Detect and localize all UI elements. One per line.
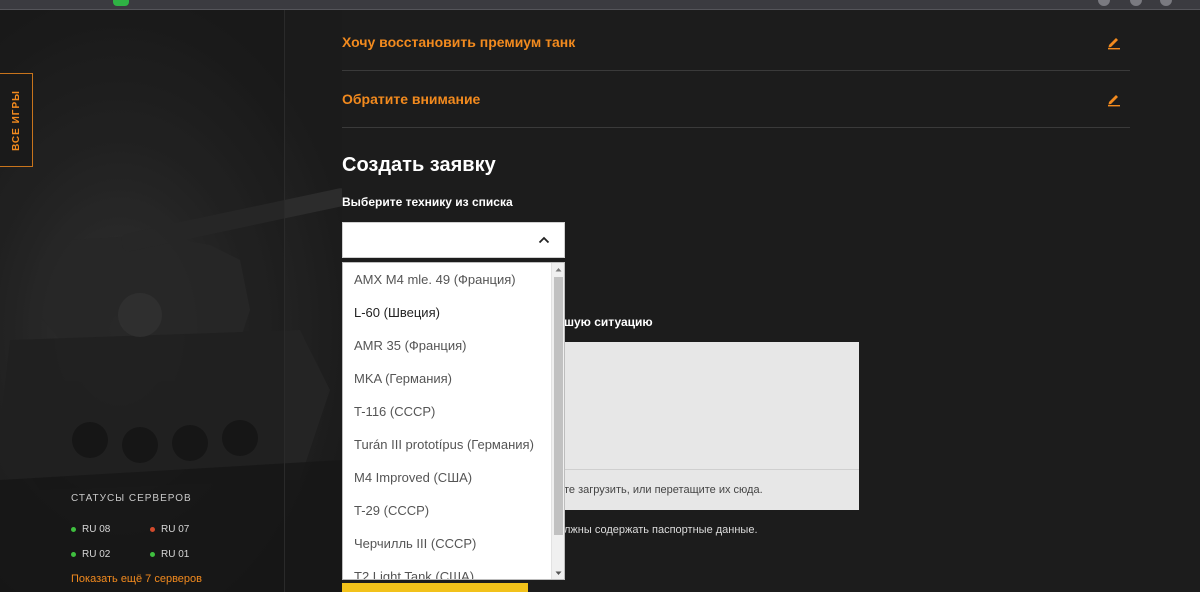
dropdown-option[interactable]: AMR 35 (Франция) bbox=[354, 338, 467, 353]
secure-badge-icon bbox=[113, 0, 129, 6]
faq-item-attention[interactable]: Обратите внимание bbox=[342, 71, 1130, 128]
all-games-tab[interactable]: ВСЕ ИГРЫ bbox=[0, 73, 33, 167]
dropdown-option[interactable]: L-60 (Швеция) bbox=[354, 305, 440, 320]
sidebar bbox=[0, 10, 285, 592]
faq-item-restore-premium[interactable]: Хочу восстановить премиум танк bbox=[342, 14, 1130, 71]
scroll-down-arrow-icon[interactable] bbox=[552, 567, 564, 579]
vehicle-select[interactable] bbox=[342, 222, 565, 258]
faq-item-label: Хочу восстановить премиум танк bbox=[342, 34, 576, 50]
chevron-up-icon bbox=[538, 236, 550, 244]
vehicle-dropdown-list[interactable]: AMX M4 mle. 49 (Франция) L-60 (Швеция) A… bbox=[342, 262, 565, 580]
pencil-icon[interactable] bbox=[1106, 91, 1122, 107]
file-upload-zone[interactable]: те загрузить, или перетащите их сюда. bbox=[564, 470, 859, 510]
server-name: RU 02 bbox=[82, 549, 111, 560]
dropdown-option[interactable]: Turán III prototípus (Германия) bbox=[354, 437, 534, 452]
create-request-title: Создать заявку bbox=[342, 154, 496, 176]
server-item: RU 02 bbox=[71, 549, 110, 560]
server-name: RU 08 bbox=[82, 524, 111, 535]
profile-icon[interactable] bbox=[1130, 0, 1142, 6]
pencil-icon[interactable] bbox=[1106, 34, 1122, 50]
scrollbar-thumb[interactable] bbox=[554, 277, 563, 535]
all-games-label: ВСЕ ИГРЫ bbox=[10, 89, 22, 151]
dropdown-option[interactable]: Черчилль III (СССР) bbox=[354, 536, 476, 551]
online-status-icon bbox=[71, 527, 76, 532]
upload-hint: те загрузить, или перетащите их сюда. bbox=[564, 484, 763, 496]
describe-situation-label: шую ситуацию bbox=[564, 315, 653, 329]
scroll-up-arrow-icon[interactable] bbox=[552, 263, 564, 275]
dropdown-scrollbar[interactable] bbox=[551, 263, 564, 579]
dropdown-option[interactable]: T-29 (СССР) bbox=[354, 503, 429, 518]
extension-icon[interactable] bbox=[1098, 0, 1110, 6]
online-status-icon bbox=[71, 552, 76, 557]
submit-request-button[interactable]: ОТПРАВИТЬ ЗАЯВКУ bbox=[342, 583, 528, 592]
offline-status-icon bbox=[150, 527, 155, 532]
server-item: RU 07 bbox=[150, 524, 189, 535]
menu-icon[interactable] bbox=[1160, 0, 1172, 6]
dropdown-option[interactable]: M4 Improved (США) bbox=[354, 470, 472, 485]
show-more-servers-link[interactable]: Показать ещё 7 серверов bbox=[71, 573, 202, 585]
dropdown-option[interactable]: AMX M4 mle. 49 (Франция) bbox=[354, 272, 516, 287]
faq-item-label: Обратите внимание bbox=[342, 91, 481, 107]
description-textarea[interactable] bbox=[564, 342, 859, 470]
server-status-title: СТАТУСЫ СЕРВЕРОВ bbox=[71, 493, 192, 504]
passport-note: лжны содержать паспортные данные. bbox=[564, 524, 758, 536]
vehicle-select-label: Выберите технику из списка bbox=[342, 195, 513, 209]
dropdown-option[interactable]: T-116 (СССР) bbox=[354, 404, 435, 419]
server-name: RU 07 bbox=[161, 524, 190, 535]
dropdown-option[interactable]: MKA (Германия) bbox=[354, 371, 452, 386]
server-item: RU 08 bbox=[71, 524, 110, 535]
server-item: RU 01 bbox=[150, 549, 189, 560]
browser-top-strip bbox=[0, 0, 1200, 10]
server-name: RU 01 bbox=[161, 549, 190, 560]
dropdown-option[interactable]: T2 Light Tank (США) bbox=[354, 569, 474, 579]
online-status-icon bbox=[150, 552, 155, 557]
